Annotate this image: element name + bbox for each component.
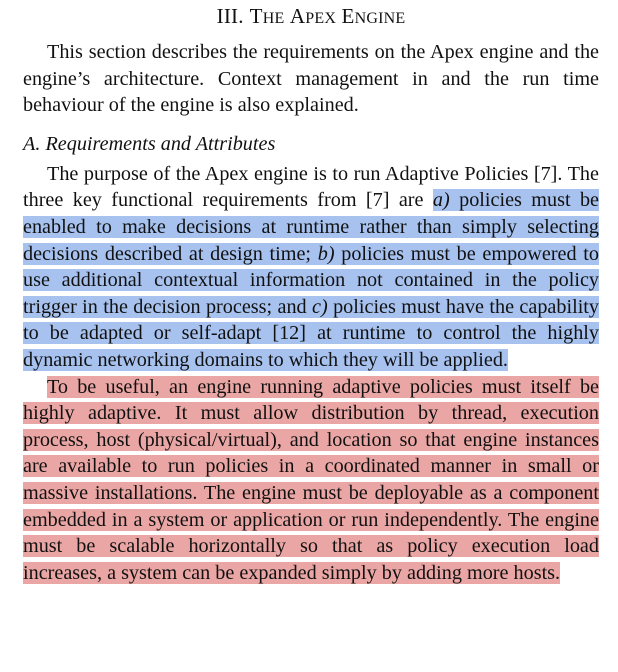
intro-paragraph: This section describes the requirements …: [23, 41, 599, 117]
section-heading: III. The Apex Engine: [23, 3, 599, 32]
paragraph-requirements: The purpose of the Apex engine is to run…: [23, 161, 600, 374]
section-title-part: E: [341, 4, 355, 28]
section-title-part: T: [249, 4, 263, 28]
section-title-part: A: [289, 4, 306, 28]
highlight-blue: a) policies must be enabled to make deci…: [23, 189, 600, 371]
highlight-red: To be useful, an engine running adaptive…: [23, 375, 599, 584]
section-number: III.: [216, 4, 244, 28]
paragraph-usefulness: To be useful, an engine running adaptive…: [23, 374, 599, 587]
subsection-title: Requirements and Attributes: [45, 132, 276, 155]
section-title-part: ngine: [354, 10, 406, 27]
section-title-part: he: [262, 10, 285, 27]
subsection-label: A.: [23, 132, 41, 155]
item-a-marker: a): [432, 189, 450, 212]
paper-page: III. The Apex Engine This section describ…: [23, 0, 600, 587]
subsection-heading: A. Requirements and Attributes: [23, 131, 599, 157]
item-b-marker: b): [317, 242, 335, 265]
item-c-marker: c): [312, 295, 328, 318]
section-title-part: pex: [305, 10, 337, 27]
